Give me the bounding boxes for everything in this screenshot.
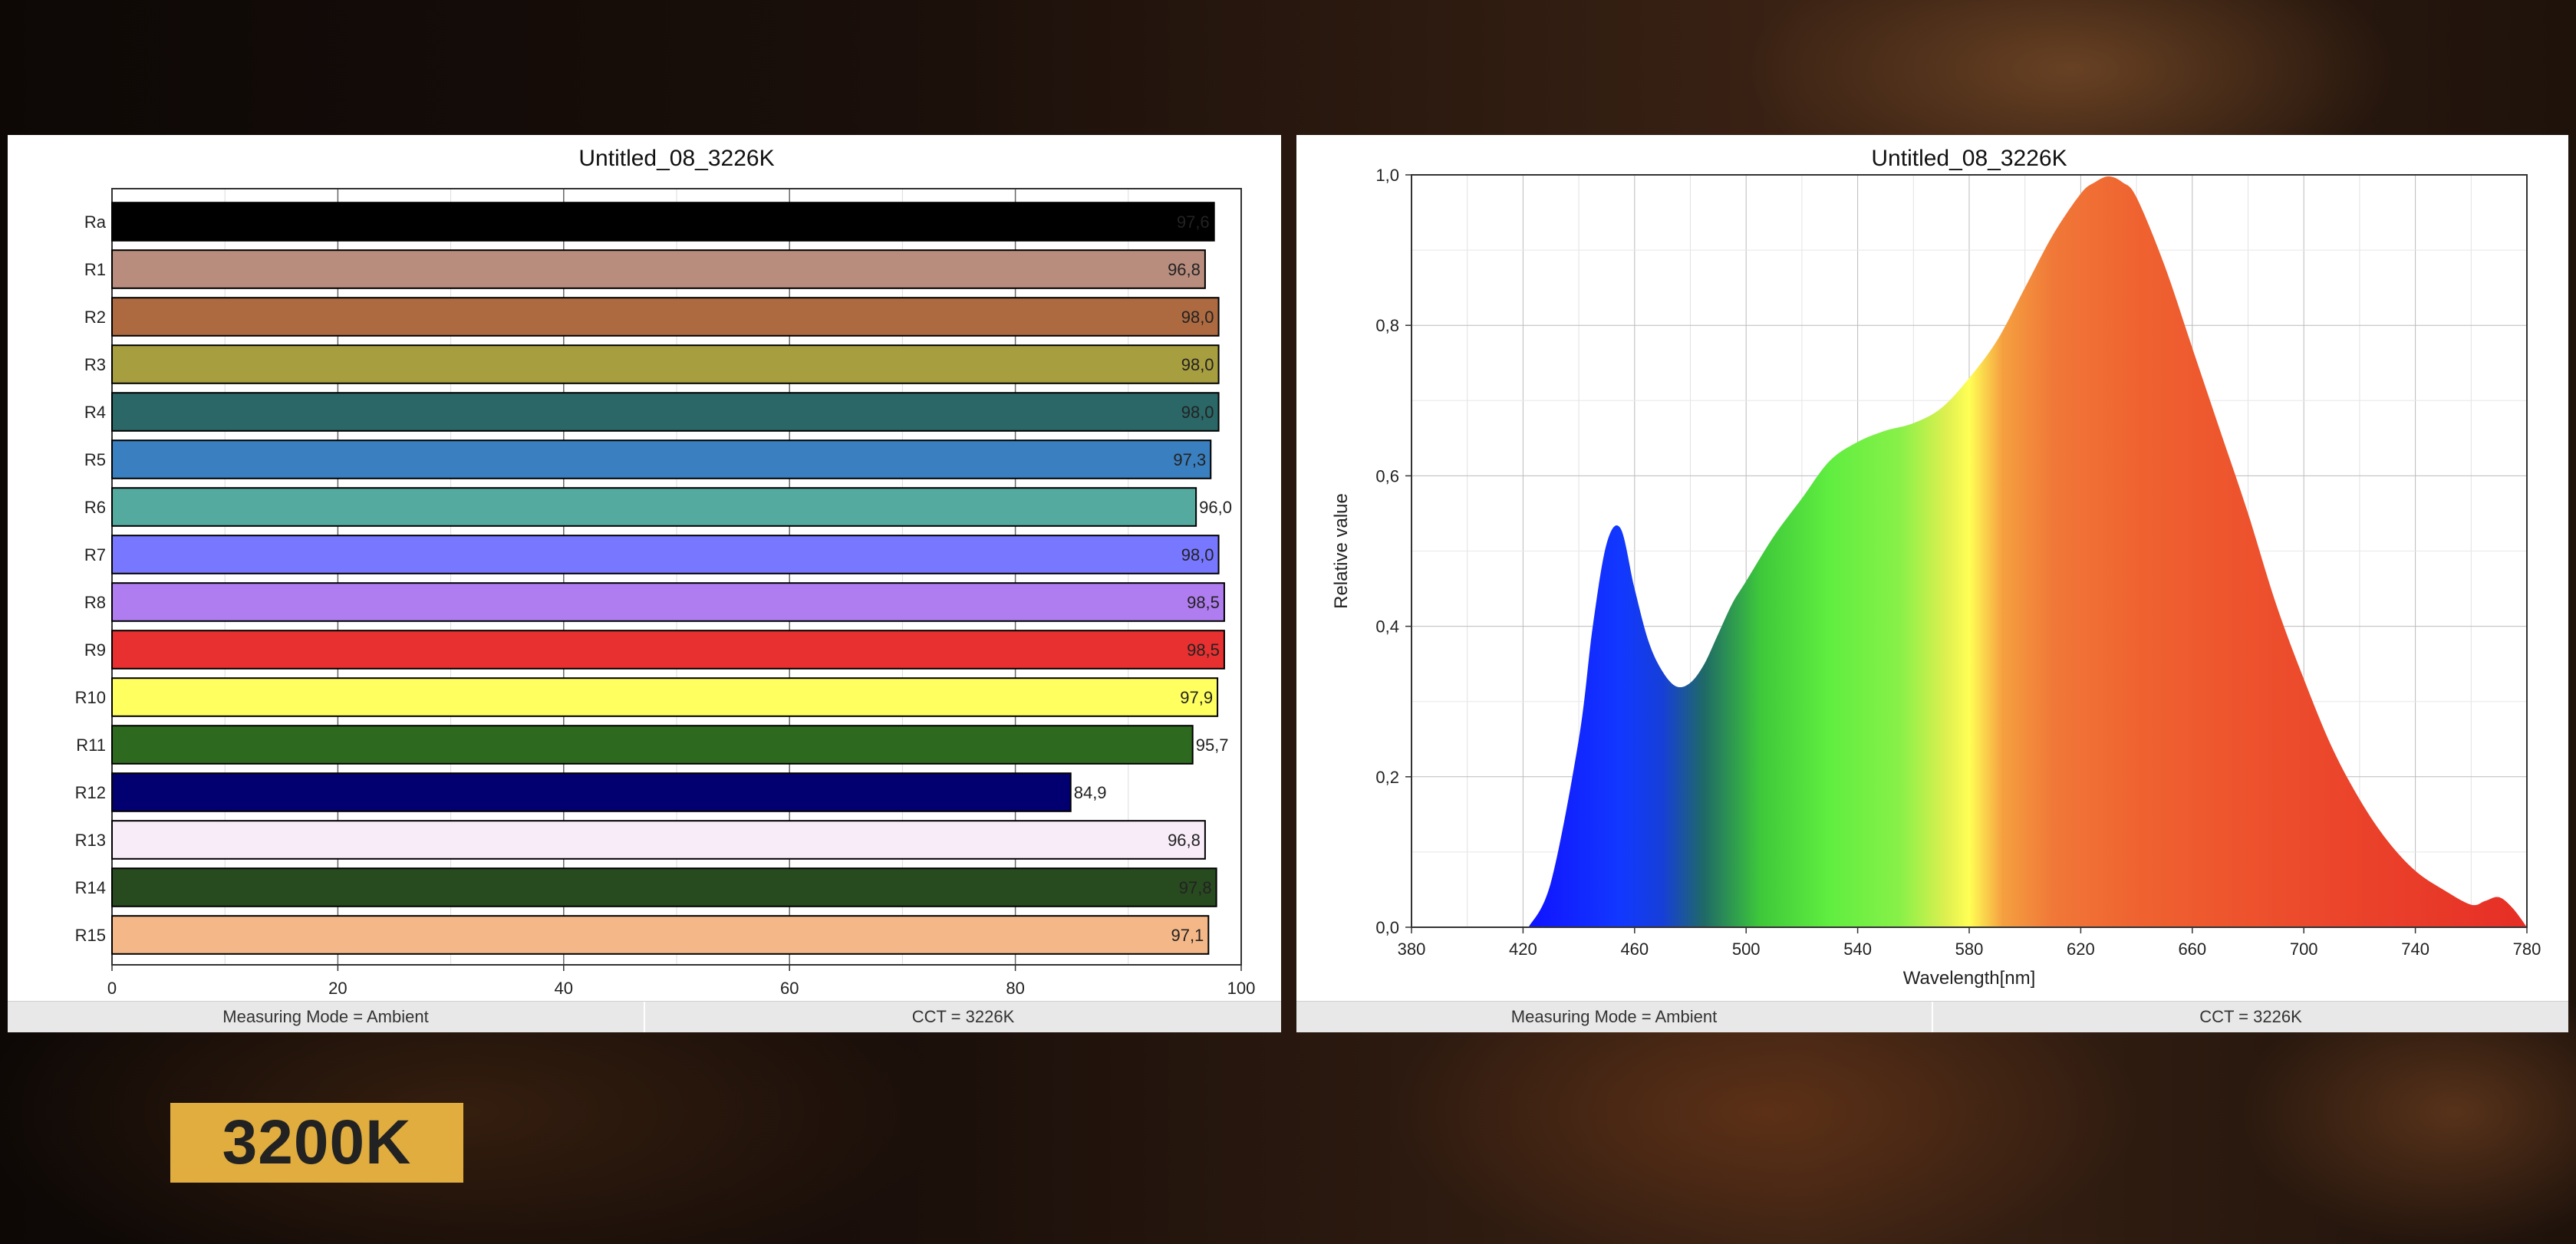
bar-r15 bbox=[111, 915, 1210, 955]
x-tick-label: 100 bbox=[1227, 979, 1256, 998]
y-tick-label: 0,6 bbox=[1375, 466, 1399, 485]
bar-r9 bbox=[111, 630, 1225, 670]
spectrum-area bbox=[1528, 176, 2527, 927]
category-label: R12 bbox=[75, 783, 106, 802]
value-label: 98,0 bbox=[1181, 545, 1214, 564]
cct-badge: 3200K bbox=[170, 1103, 463, 1183]
category-label: R10 bbox=[75, 688, 106, 707]
x-tick-label: 780 bbox=[2513, 940, 2541, 959]
x-tick-label: 60 bbox=[780, 979, 799, 998]
value-label: 96,8 bbox=[1168, 831, 1201, 850]
x-tick-label: 620 bbox=[2067, 940, 2095, 959]
value-label: 97,9 bbox=[1180, 688, 1213, 707]
right-status-bar: Measuring Mode = Ambient CCT = 3226K bbox=[1296, 1001, 2568, 1032]
y-tick-label: 0,0 bbox=[1375, 918, 1399, 937]
category-label: R7 bbox=[84, 545, 106, 564]
chart-title: Untitled_08_3226K bbox=[578, 146, 774, 171]
y-tick-label: 1,0 bbox=[1375, 166, 1399, 185]
bar-r12 bbox=[111, 772, 1072, 812]
x-tick-label: 700 bbox=[2290, 940, 2318, 959]
category-label: R6 bbox=[84, 498, 106, 517]
category-label: R4 bbox=[84, 403, 106, 422]
category-label: R1 bbox=[84, 260, 106, 279]
bar-r8 bbox=[111, 582, 1225, 622]
value-label: 97,8 bbox=[1179, 878, 1212, 897]
category-label: R11 bbox=[76, 736, 106, 755]
value-label: 97,3 bbox=[1173, 450, 1206, 469]
value-label: 98,5 bbox=[1187, 640, 1220, 660]
category-label: R9 bbox=[84, 640, 106, 660]
value-label: 98,0 bbox=[1181, 355, 1214, 374]
category-label: R13 bbox=[75, 831, 106, 850]
value-label: 96,0 bbox=[1199, 498, 1232, 517]
x-tick-label: 0 bbox=[107, 979, 117, 998]
x-tick-label: 380 bbox=[1398, 940, 1426, 959]
x-tick-label: 660 bbox=[2178, 940, 2206, 959]
value-label: 97,6 bbox=[1177, 212, 1210, 232]
left-status-bar: Measuring Mode = Ambient CCT = 3226K bbox=[8, 1001, 1281, 1032]
bar-r14 bbox=[111, 867, 1217, 907]
cri-panel: Untitled_08_3226K 0 20 40 60 80 100 Ra 97,6 R1 96,… bbox=[8, 135, 1281, 1032]
y-tick-label: 0,8 bbox=[1375, 316, 1399, 335]
category-label: R8 bbox=[84, 593, 106, 612]
x-tick-label: 580 bbox=[1955, 940, 1984, 959]
category-label: R3 bbox=[84, 355, 106, 374]
bar-r10 bbox=[111, 677, 1219, 717]
x-tick-label: 540 bbox=[1843, 940, 1872, 959]
bar-r5 bbox=[111, 439, 1212, 479]
bar-r6 bbox=[111, 487, 1197, 527]
bar-r11 bbox=[111, 725, 1194, 765]
x-tick-label: 500 bbox=[1732, 940, 1761, 959]
cct-status: CCT = 3226K bbox=[911, 1007, 1015, 1026]
chart-title: Untitled_08_3226K bbox=[1871, 146, 2067, 171]
x-tick-label: 40 bbox=[555, 979, 573, 998]
bar-r13 bbox=[111, 820, 1206, 860]
cri-bar-chart: Untitled_08_3226K 0 20 40 60 80 100 Ra 97,6 R1 96,… bbox=[75, 146, 1256, 998]
category-label: Ra bbox=[84, 212, 107, 232]
value-label: 95,7 bbox=[1196, 736, 1229, 755]
spectrum-panel: Untitled_08_3226K 380 420 460 500 540 580 620 66… bbox=[1296, 135, 2568, 1032]
x-tick-label: 80 bbox=[1006, 979, 1024, 998]
bar-r4 bbox=[111, 392, 1220, 432]
measuring-mode-status: Measuring Mode = Ambient bbox=[1296, 1002, 1933, 1032]
value-label: 98,0 bbox=[1181, 403, 1214, 422]
category-label: R15 bbox=[75, 926, 106, 945]
x-tick-label: 420 bbox=[1509, 940, 1537, 959]
bar-ra bbox=[111, 202, 1215, 242]
x-axis-label: Wavelength[nm] bbox=[1903, 968, 2036, 989]
category-label: R5 bbox=[84, 450, 106, 469]
spectrum-chart: Untitled_08_3226K 380 420 460 500 540 580 620 66… bbox=[1331, 146, 2541, 989]
category-label: R14 bbox=[75, 878, 106, 897]
y-tick-label: 0,4 bbox=[1375, 617, 1399, 637]
cct-status: CCT = 3226K bbox=[2199, 1007, 2302, 1026]
category-label: R2 bbox=[84, 308, 106, 327]
bar-r7 bbox=[111, 535, 1220, 574]
value-label: 98,0 bbox=[1181, 308, 1214, 327]
value-label: 97,1 bbox=[1171, 926, 1204, 945]
bar-r2 bbox=[111, 297, 1220, 337]
bar-r3 bbox=[111, 344, 1220, 384]
bar-r1 bbox=[111, 249, 1206, 289]
y-axis-label: Relative value bbox=[1331, 493, 1352, 609]
measuring-mode-status: Measuring Mode = Ambient bbox=[8, 1002, 645, 1032]
value-label: 98,5 bbox=[1187, 593, 1220, 612]
x-tick-label: 20 bbox=[328, 979, 347, 998]
value-label: 84,9 bbox=[1074, 783, 1107, 802]
x-tick-label: 460 bbox=[1620, 940, 1649, 959]
value-label: 96,8 bbox=[1168, 260, 1201, 279]
y-tick-label: 0,2 bbox=[1375, 768, 1399, 787]
x-tick-label: 740 bbox=[2401, 940, 2429, 959]
